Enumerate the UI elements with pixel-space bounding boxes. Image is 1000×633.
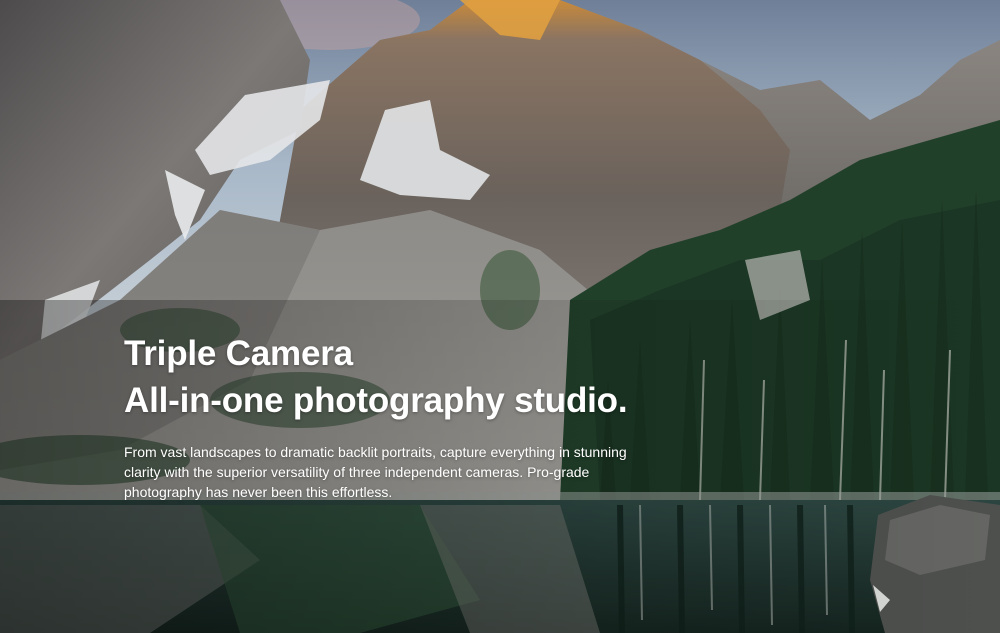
hero-banner: Triple Camera All-in-one photography stu… <box>0 0 1000 633</box>
hero-copy: Triple Camera All-in-one photography stu… <box>124 330 684 502</box>
hero-description: From vast landscapes to dramatic backlit… <box>124 444 627 500</box>
hero-title-line-2: All-in-one photography studio. <box>124 381 628 420</box>
hero-title: Triple Camera All-in-one photography stu… <box>124 330 684 424</box>
hero-background-image <box>0 0 1000 633</box>
hero-title-line-1: Triple Camera <box>124 334 353 373</box>
